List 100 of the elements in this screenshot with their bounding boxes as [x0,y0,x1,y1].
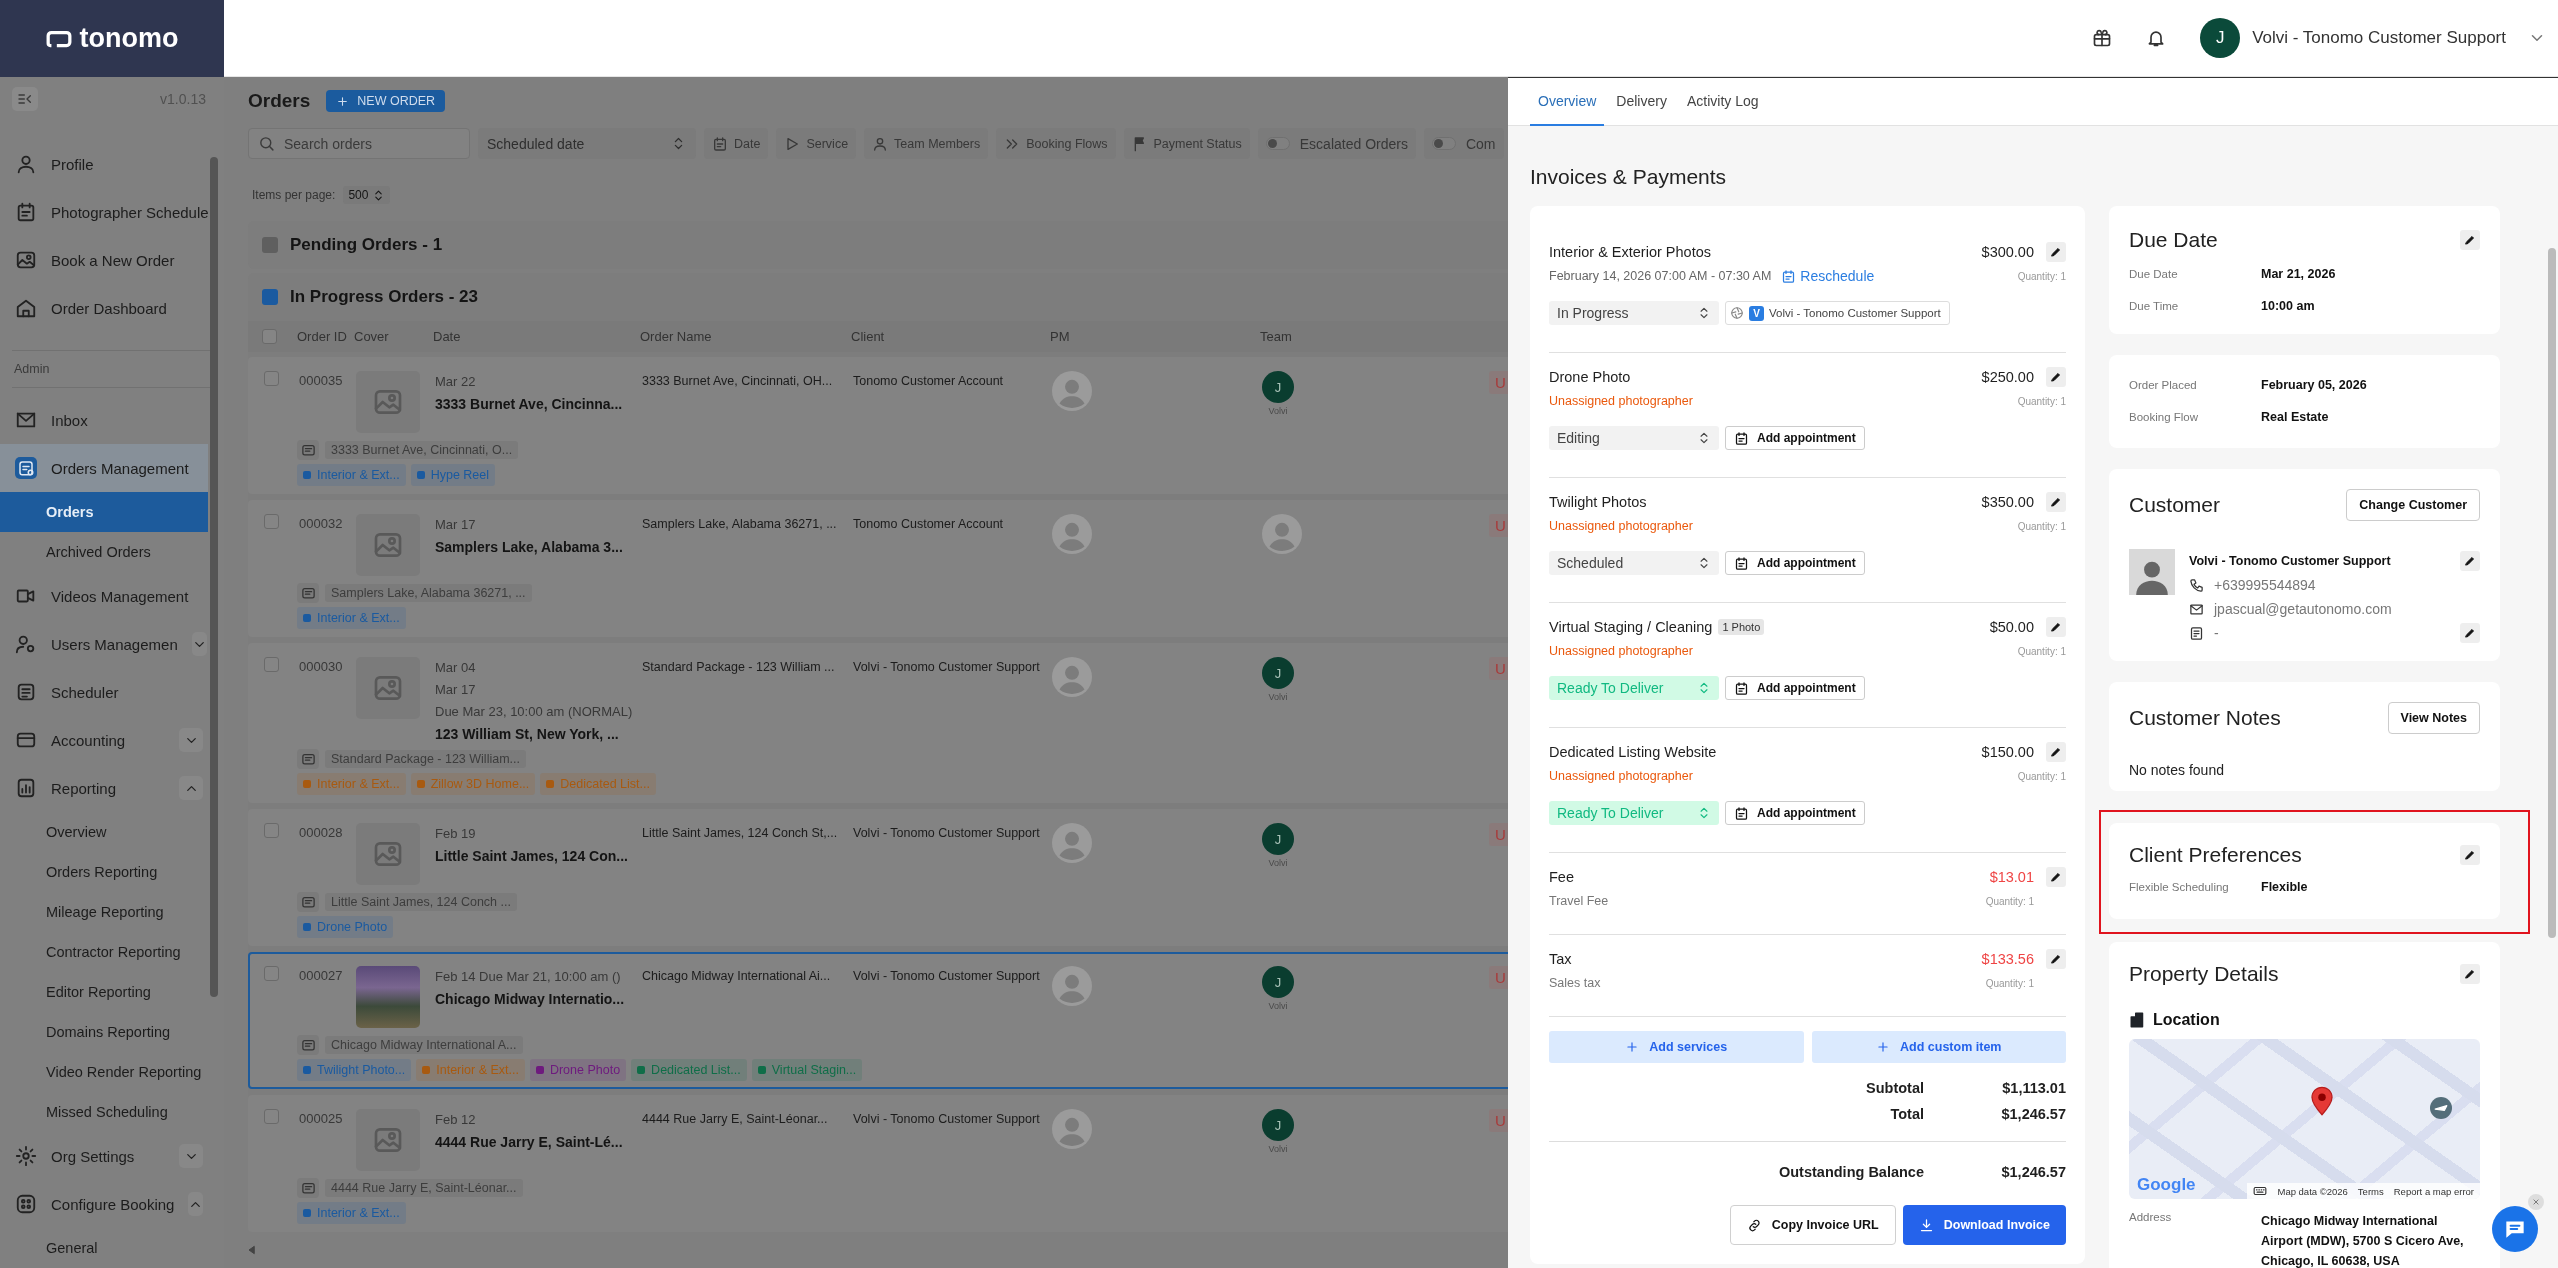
note-button[interactable] [297,1178,319,1198]
order-row[interactable]: 000035 Mar 22 3333 Burnet Ave, Cincinna... 3333 Burnet Ave, Cincinnati, OH... Tonomo Customer Account J Volvi U 3333 Burnet Ave, Cincinnati, O... Interior & Ext... Hype Reel [248,357,1508,494]
filter-button[interactable]: Booking Flows [996,128,1116,159]
checkbox[interactable] [264,1109,279,1124]
new-order-button[interactable]: NEW ORDER [326,90,446,112]
reschedule-link[interactable]: Reschedule [1781,268,1875,284]
status-select[interactable]: Editing [1549,426,1719,450]
add-appointment-button[interactable]: Add appointment [1725,676,1865,700]
sidebar-subitem[interactable]: Editor Reporting [0,972,208,1012]
sidebar-subitem[interactable]: Missed Scheduling [0,1092,208,1132]
filter-toggle[interactable]: Escalated Orders [1257,128,1416,159]
edit-button[interactable] [2460,230,2480,250]
sidebar-subitem[interactable]: Orders [0,492,208,532]
expand-toggle[interactable] [179,776,203,800]
account-menu[interactable]: J Volvi - Tonomo Customer Support [2200,18,2546,58]
note-button[interactable] [297,583,319,603]
sidebar-item[interactable]: Reporting [0,764,208,812]
map-attribution[interactable]: Terms [2357,1185,2384,1197]
chat-button[interactable] [2492,1206,2538,1252]
sidebar-subitem[interactable]: Archived Orders [0,532,208,572]
download-button[interactable]: Download Invoice [1902,1205,2066,1245]
assignee-chip[interactable]: V Volvi - Tonomo Customer Support [1725,301,1950,325]
add-button[interactable]: Add custom item [1811,1031,2066,1063]
search-field[interactable]: Search orders [248,128,470,159]
edit-button[interactable] [2046,617,2066,637]
sidebar-item[interactable]: Inbox [0,396,208,444]
sidebar-subitem[interactable]: Video Render Reporting [0,1052,208,1092]
copy-link-button[interactable]: Copy Invoice URL [1729,1205,1896,1245]
checkbox[interactable] [262,329,277,344]
order-row[interactable] [248,952,1508,1089]
add-appointment-button[interactable]: Add appointment [1725,551,1865,575]
tab[interactable]: Overview [1530,78,1605,126]
sidebar-item[interactable]: Videos Management [0,572,208,620]
edit-button[interactable] [2046,867,2066,887]
toggle-switch[interactable] [1265,137,1290,150]
view-notes-button[interactable]: View Notes [2387,702,2480,734]
order-row[interactable]: 000025 Feb 12 4444 Rue Jarry E, Saint-Lé... 4444 Rue Jarry E, Saint-Léonar... Volvi - Tonomo Customer Support J Volvi U 4444 Rue Jarry E, Saint-Léonar... Interior & Ext... [248,1095,1508,1232]
sidebar-item[interactable]: Profile [0,140,208,188]
note-button[interactable] [297,749,319,769]
items-per-page-select[interactable]: 500 [343,186,391,204]
edit-button[interactable] [2046,492,2066,512]
expand-toggle[interactable] [188,1192,204,1216]
checkbox[interactable] [264,371,279,386]
sidebar-subitem[interactable]: Domains Reporting [0,1012,208,1052]
filter-button[interactable]: Payment Status [1123,128,1250,159]
toggle-switch[interactable] [1431,137,1456,150]
edit-button[interactable] [2046,242,2066,262]
edit-button[interactable] [2046,949,2066,969]
sidebar-item[interactable]: Scheduler [0,668,208,716]
checkbox[interactable] [264,657,279,672]
edit-button[interactable] [2460,964,2480,984]
tab[interactable]: Delivery [1608,78,1675,126]
map-attribution[interactable]: Map data ©2026 [2277,1185,2348,1197]
status-select[interactable]: Ready To Deliver [1549,801,1719,825]
sidebar-item[interactable]: Orders Management [0,444,208,492]
edit-button[interactable] [2460,623,2480,643]
sidebar-item[interactable]: Order Dashboard [0,284,208,332]
checkbox[interactable] [264,514,279,529]
order-row[interactable]: 000028 Feb 19 Little Saint James, 124 Con... Little Saint James, 124 Conch St,... Volvi - Tonomo Customer Support J Volvi U Little Saint James, 124 Conch ... Drone Photo [248,809,1508,946]
brand-logo[interactable]: tonomo [0,0,224,77]
expand-toggle[interactable] [179,1144,203,1168]
edit-button[interactable] [2046,367,2066,387]
note-button[interactable] [297,1035,319,1055]
map-attribution[interactable]: Report a map error [2393,1185,2474,1197]
note-button[interactable] [297,892,319,912]
add-appointment-button[interactable]: Add appointment [1725,426,1865,450]
sidebar-subitem[interactable]: General [0,1228,208,1268]
add-button[interactable]: Add services [1549,1031,1804,1063]
edit-button[interactable] [2460,551,2480,571]
sidebar-item[interactable]: Accounting [0,716,208,764]
order-row[interactable]: 000032 Mar 17 Samplers Lake, Alabama 3... Samplers Lake, Alabama 36271, ... Tonomo Customer Account U Samplers Lake, Alabama 36271, ... Interior & Ext... [248,500,1508,637]
edit-button[interactable] [2460,845,2480,865]
tab[interactable]: Activity Log [1678,78,1767,126]
filter-button[interactable]: Service [776,128,857,159]
add-appointment-button[interactable]: Add appointment [1725,801,1865,825]
sidebar-item[interactable]: Users Managemen [0,620,208,668]
sidebar-subitem[interactable]: Orders Reporting [0,852,208,892]
sidebar-subitem[interactable]: Overview [0,812,208,852]
order-row[interactable] [248,643,1508,803]
status-select[interactable]: Ready To Deliver [1549,676,1719,700]
sidebar-item[interactable]: Photographer Schedule [0,188,208,236]
filter-button[interactable]: Team Members [864,128,989,159]
sidebar-item[interactable]: Configure Booking [0,1180,208,1228]
filter-button[interactable]: Date [704,128,769,159]
sidebar-item[interactable]: Book a New Order [0,236,208,284]
status-select[interactable]: In Progress [1549,301,1719,325]
status-select[interactable]: Scheduled [1549,551,1719,575]
change-customer-button[interactable]: Change Customer [2346,489,2480,521]
sidebar-subitem[interactable]: Mileage Reporting [0,892,208,932]
filter-toggle[interactable]: Com [1423,128,1504,159]
sidebar-item[interactable]: Org Settings [0,1132,208,1180]
checkbox[interactable] [264,823,279,838]
collapse-sidebar-button[interactable] [12,86,38,111]
checkbox[interactable] [264,966,279,981]
edit-button[interactable] [2046,742,2066,762]
expand-toggle[interactable] [179,728,203,752]
sidebar-subitem[interactable]: Contractor Reporting [0,932,208,972]
date-type-select[interactable]: Scheduled date [478,128,696,159]
note-button[interactable] [297,440,319,460]
expand-toggle[interactable] [191,632,207,656]
